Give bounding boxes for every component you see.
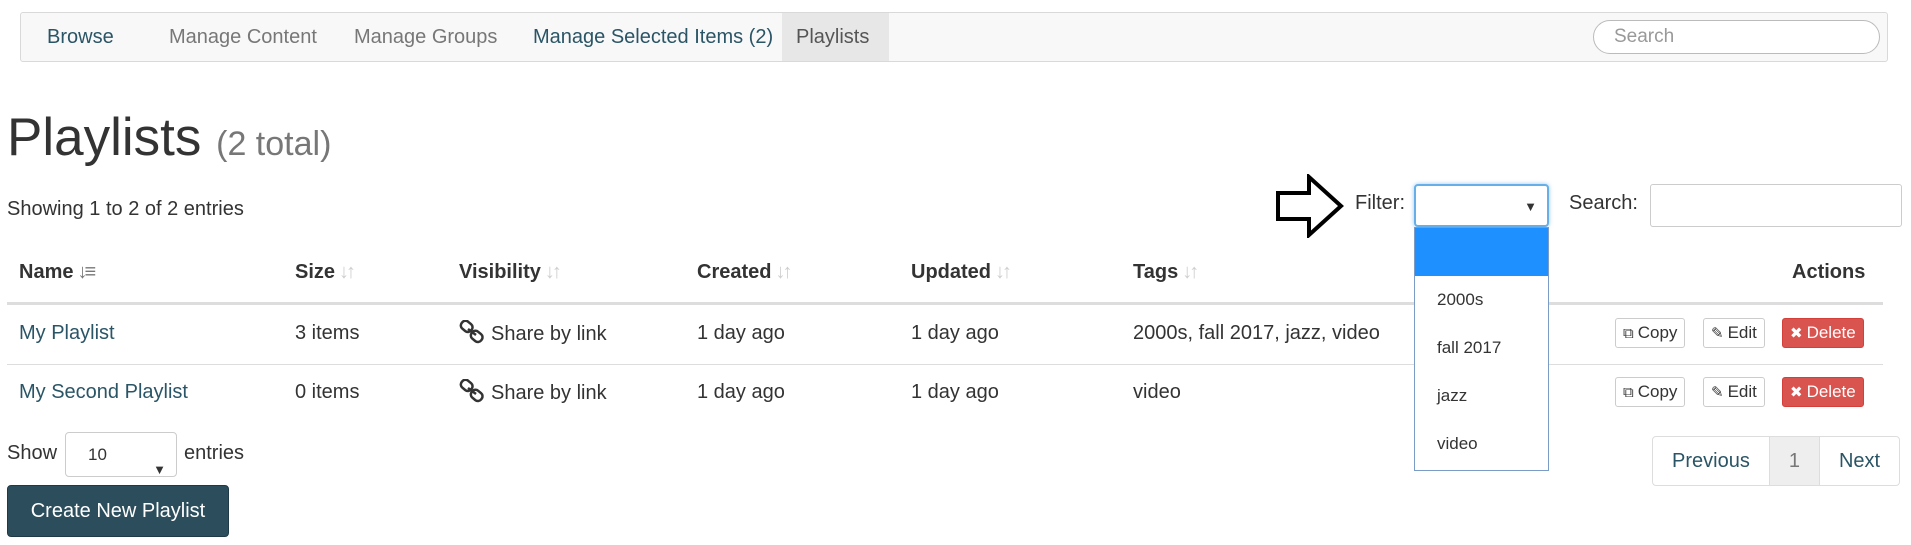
- column-header-label: Size: [295, 261, 336, 283]
- next-page-button[interactable]: Next: [1820, 437, 1899, 485]
- playlist-visibility: Share by link: [459, 320, 607, 346]
- playlist-name-link[interactable]: My Second Playlist: [19, 381, 188, 404]
- nav-browse[interactable]: Browse: [33, 13, 128, 61]
- column-header-visibility[interactable]: Visibility ↓↑: [459, 261, 562, 284]
- arrow-right-icon: [1276, 174, 1344, 238]
- delete-button[interactable]: ✖ Delete: [1782, 318, 1864, 348]
- chevron-down-icon: ▼: [1524, 199, 1537, 214]
- playlist-name-link[interactable]: My Playlist: [19, 322, 115, 345]
- filter-label: Filter:: [1355, 192, 1405, 214]
- column-header-label: Visibility: [459, 261, 541, 283]
- pagination: Previous 1 Next: [1652, 436, 1901, 486]
- playlist-created: 1 day ago: [697, 381, 785, 403]
- page-title-text: Playlists: [7, 108, 202, 167]
- previous-page-button[interactable]: Previous: [1653, 437, 1770, 485]
- filter-option-blank[interactable]: [1415, 228, 1548, 276]
- column-header-label: Name: [19, 261, 74, 283]
- column-header-created[interactable]: Created ↓↑: [697, 261, 792, 284]
- edit-label: Edit: [1727, 382, 1757, 401]
- filter-option[interactable]: 2000s: [1415, 276, 1548, 324]
- nav-playlists[interactable]: Playlists: [782, 13, 889, 61]
- playlist-size: 0 items: [295, 381, 360, 403]
- copy-icon: ⧉: [1623, 384, 1634, 401]
- table-search-label: Search:: [1569, 192, 1638, 214]
- sort-icon: ↓↑: [1182, 261, 1199, 283]
- column-header-label: Updated: [911, 261, 991, 283]
- edit-icon: ✎: [1711, 384, 1724, 401]
- nav-search-input[interactable]: Search: [1593, 20, 1880, 54]
- table-header-divider: [7, 302, 1883, 305]
- sort-icon: ↓↑: [339, 261, 356, 283]
- close-icon: ✖: [1790, 325, 1803, 342]
- edit-icon: ✎: [1711, 325, 1724, 342]
- column-header-label: Created: [697, 261, 772, 283]
- copy-label: Copy: [1637, 382, 1678, 401]
- link-icon: [459, 379, 484, 403]
- entries-label: entries: [184, 442, 245, 464]
- playlist-size: 3 items: [295, 322, 360, 344]
- column-header-tags[interactable]: Tags ↓↑: [1133, 261, 1199, 284]
- playlist-created: 1 day ago: [697, 322, 785, 344]
- delete-button[interactable]: ✖ Delete: [1782, 377, 1864, 407]
- create-new-playlist-button[interactable]: Create New Playlist: [7, 485, 229, 537]
- show-label: Show: [7, 442, 58, 464]
- page-title: Playlists (2 total): [7, 106, 331, 176]
- playlist-tags: video: [1133, 381, 1181, 403]
- edit-button[interactable]: ✎ Edit: [1703, 318, 1765, 348]
- sort-asc-icon: ↓≡: [77, 261, 96, 283]
- top-navbar: Browse Manage Content Manage Groups Mana…: [20, 12, 1888, 62]
- filter-dropdown-list: 2000s fall 2017 jazz video: [1414, 227, 1549, 471]
- delete-label: Delete: [1806, 382, 1856, 401]
- playlist-visibility: Share by link: [459, 379, 607, 405]
- column-header-label: Tags: [1133, 261, 1179, 283]
- sort-icon: ↓↑: [995, 261, 1012, 283]
- page-length-select[interactable]: 10 ▼: [65, 432, 177, 477]
- column-header-actions: Actions: [1792, 261, 1866, 283]
- copy-button[interactable]: ⧉ Copy: [1615, 318, 1686, 348]
- playlist-updated: 1 day ago: [911, 322, 999, 344]
- playlist-updated: 1 day ago: [911, 381, 999, 403]
- sort-icon: ↓↑: [544, 261, 562, 283]
- link-icon: [459, 320, 484, 344]
- copy-label: Copy: [1637, 323, 1678, 342]
- page-1-button[interactable]: 1: [1769, 437, 1820, 485]
- edit-button[interactable]: ✎ Edit: [1703, 377, 1765, 407]
- playlist-tags: 2000s, fall 2017, jazz, video: [1133, 322, 1380, 344]
- visibility-label: Share by link: [491, 323, 607, 345]
- column-header-size[interactable]: Size ↓↑: [295, 261, 356, 284]
- nav-manage-content[interactable]: Manage Content: [155, 13, 331, 61]
- visibility-label: Share by link: [491, 382, 607, 404]
- nav-manage-selected-items[interactable]: Manage Selected Items (2): [519, 13, 787, 61]
- copy-icon: ⧉: [1623, 325, 1634, 342]
- table-search-input[interactable]: [1650, 184, 1902, 227]
- filter-option[interactable]: fall 2017: [1415, 324, 1548, 372]
- sort-icon: ↓↑: [775, 261, 792, 283]
- copy-button[interactable]: ⧉ Copy: [1615, 377, 1686, 407]
- playlist-total-count: (2 total): [216, 125, 332, 163]
- filter-option[interactable]: jazz: [1415, 372, 1548, 420]
- delete-label: Delete: [1806, 323, 1856, 342]
- edit-label: Edit: [1727, 323, 1757, 342]
- close-icon: ✖: [1790, 384, 1803, 401]
- nav-manage-groups[interactable]: Manage Groups: [340, 13, 511, 61]
- showing-entries-info: Showing 1 to 2 of 2 entries: [7, 198, 244, 220]
- filter-select[interactable]: ▼: [1414, 184, 1549, 227]
- filter-option[interactable]: video: [1415, 420, 1548, 468]
- page-length-value: 10: [88, 445, 107, 464]
- column-header-updated[interactable]: Updated ↓↑: [911, 261, 1012, 284]
- column-header-name[interactable]: Name ↓≡: [19, 261, 96, 284]
- row-divider: [7, 364, 1883, 365]
